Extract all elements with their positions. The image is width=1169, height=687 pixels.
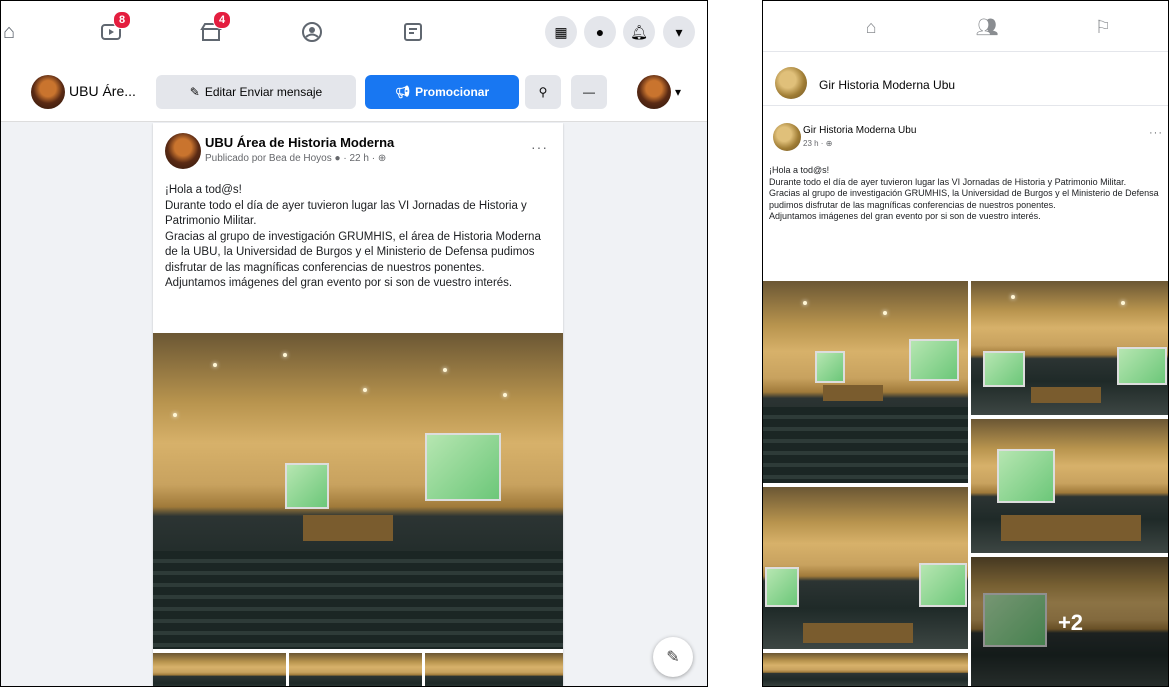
more-icon: —	[583, 85, 595, 99]
more-photos-overlay[interactable]: +2	[971, 557, 1168, 686]
group-header: Gir Historia Moderna Ubu	[763, 61, 1168, 106]
new-message-button[interactable]: ✎	[653, 637, 693, 677]
group-photo-2[interactable]	[971, 281, 1168, 415]
promote-button[interactable]: 📢︎ Promocionar	[365, 75, 519, 109]
group-avatar[interactable]	[775, 67, 807, 99]
search-icon: ⚲	[538, 85, 548, 99]
watch-icon[interactable]: 8	[97, 11, 131, 45]
post-author-avatar[interactable]	[165, 133, 201, 169]
post-meta: Publicado por Bea de Hoyos ● · 22 h · ⊕	[205, 153, 387, 164]
group-post-meta: 23 h · ⊕	[803, 139, 833, 148]
post-main-photo[interactable]	[153, 333, 563, 649]
messenger-icon[interactable]: ●	[584, 16, 616, 48]
home-icon[interactable]: ⌂	[859, 16, 883, 38]
marketplace-badge: 4	[213, 11, 231, 29]
watch-badge: 8	[113, 11, 131, 29]
group-post-text: ¡Hola a tod@s! Durante todo el día de ay…	[769, 165, 1159, 221]
page-avatar[interactable]	[31, 75, 65, 109]
group-post-options-icon[interactable]: ···	[1149, 127, 1163, 139]
group-name[interactable]: Gir Historia Moderna Ubu	[819, 78, 955, 92]
gaming-icon[interactable]	[399, 19, 427, 45]
globe-icon: ⊕	[377, 153, 387, 164]
group-photo-1[interactable]	[763, 281, 968, 483]
pencil-icon: ✎	[189, 85, 200, 99]
page-header-bar: UBU Áre... ✎ Editar Enviar mensaje 📢︎ Pr…	[1, 63, 707, 122]
group-photo-5[interactable]: +2	[971, 557, 1168, 686]
group-top-navigation: ⌂ 👥︎ ⚐	[763, 1, 1168, 52]
flag-icon[interactable]: ⚐	[1091, 16, 1115, 38]
notifications-icon[interactable]: 🔔︎	[623, 16, 655, 48]
search-button[interactable]: ⚲	[525, 75, 561, 109]
page-name[interactable]: UBU Áre...	[69, 83, 136, 99]
post-photo-4[interactable]	[425, 653, 563, 686]
more-button[interactable]: —	[571, 75, 607, 109]
left-screenshot: ⌂ 8 4 ▦ ● 🔔︎ ▾ UBU Áre... ✎ Editar Envia…	[0, 0, 708, 687]
groups-icon[interactable]	[298, 19, 326, 45]
edit-send-message-button[interactable]: ✎ Editar Enviar mensaje	[156, 75, 356, 109]
post-author[interactable]: UBU Área de Historia Moderna	[205, 135, 394, 150]
home-icon[interactable]: ⌂	[1, 19, 23, 45]
post-photo-3[interactable]	[289, 653, 422, 686]
group-post-avatar[interactable]	[773, 123, 801, 151]
info-icon: ●	[334, 153, 341, 164]
group-photo-6[interactable]	[763, 653, 968, 686]
post-text: ¡Hola a tod@s! Durante todo el día de ay…	[165, 184, 541, 289]
account-chevron-icon[interactable]: ▾	[663, 16, 695, 48]
marketplace-icon[interactable]: 4	[197, 11, 231, 45]
globe-icon: ⊕	[825, 139, 833, 148]
menu-grid-icon[interactable]: ▦	[545, 16, 577, 48]
post-options-icon[interactable]: ···	[531, 139, 548, 155]
group-photo-4[interactable]	[763, 487, 968, 649]
friends-icon[interactable]: 👥︎	[975, 16, 999, 38]
profile-chevron-icon[interactable]: ▾	[675, 85, 681, 99]
right-screenshot: ⌂ 👥︎ ⚐ Gir Historia Moderna Ubu Gir Hist…	[762, 0, 1169, 687]
group-post-author[interactable]: Gir Historia Moderna Ubu	[803, 125, 916, 136]
post-photo-2[interactable]	[153, 653, 286, 686]
top-navigation: ⌂ 8 4 ▦ ● 🔔︎ ▾	[1, 1, 707, 64]
group-photo-3[interactable]	[971, 419, 1168, 553]
compose-icon: ✎	[666, 649, 680, 666]
megaphone-icon: 📢︎	[394, 85, 411, 99]
profile-avatar[interactable]	[637, 75, 671, 109]
